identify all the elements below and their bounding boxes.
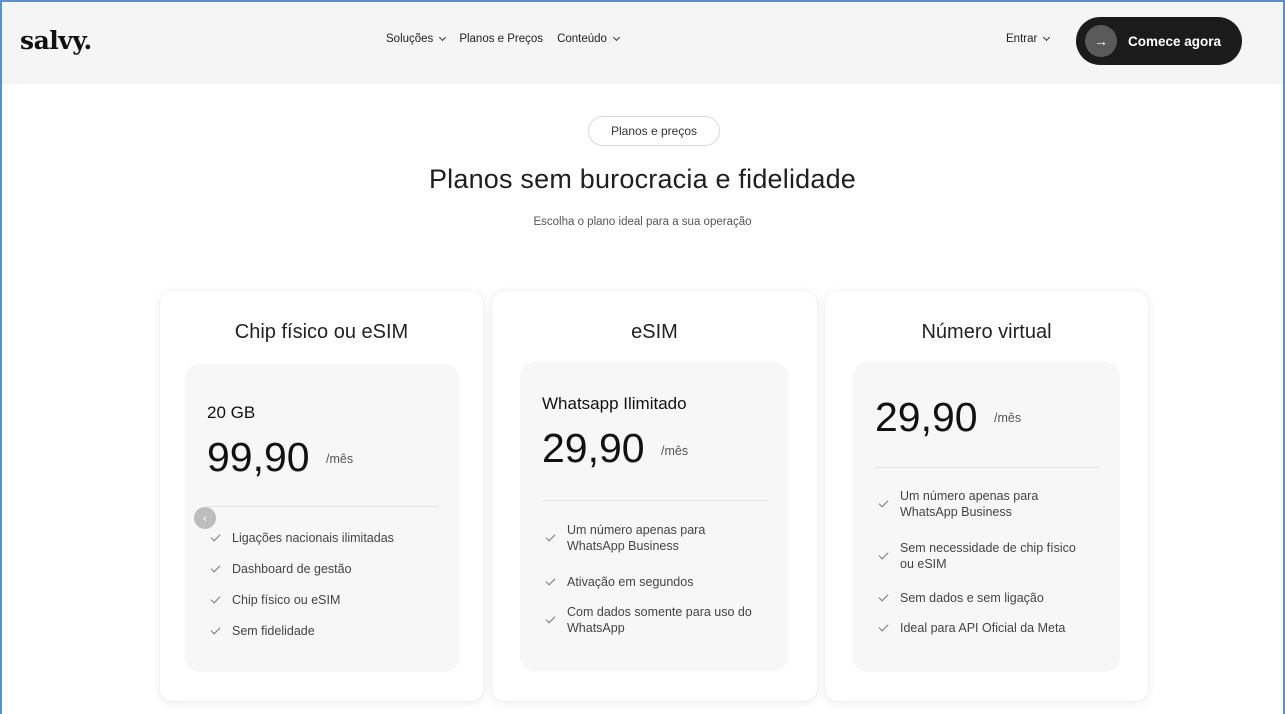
login-label: Entrar [1006, 33, 1038, 45]
main-nav: Soluções Planos e Preços Conteúdo [386, 33, 633, 45]
feature-item: Ativação em segundos [545, 574, 756, 590]
feature-item: Um número apenas para WhatsApp Business [878, 488, 1091, 520]
nav-item-planos[interactable]: Planos e Preços [459, 33, 543, 45]
check-icon [210, 624, 221, 634]
nav-item-solucoes[interactable]: Soluções [386, 33, 447, 45]
divider [207, 506, 439, 507]
divider [542, 500, 768, 501]
get-started-button[interactable]: → Comece agora [1076, 17, 1242, 65]
feature-item: Ligações nacionais ilimitadas [210, 530, 394, 546]
plan-label: Whatsapp Ilimitado [542, 394, 687, 413]
chevron-left-icon: ‹ [203, 511, 207, 525]
card-title: eSIM [631, 321, 678, 343]
nav-item-label: Planos e Preços [459, 33, 544, 45]
page-subtitle: Escolha o plano ideal para a sua operaçã… [533, 216, 752, 228]
arrow-right-icon: → [1085, 25, 1117, 57]
plan-price: 29,90 [542, 425, 645, 471]
carousel-prev-button[interactable]: ‹ [194, 507, 216, 529]
page-title: Planos sem burocracia e fidelidade [428, 164, 857, 194]
check-icon [545, 613, 556, 623]
plan-inner: 29,90 /mês Um número apenas para WhatsAp… [853, 362, 1120, 672]
section-pill: Planos e preços [588, 116, 720, 146]
plan-card-virtual: Número virtual 29,90 /mês Um número apen… [825, 291, 1148, 701]
plan-card-esim: eSIM Whatsapp Ilimitado 29,90 /mês Um nú… [492, 291, 817, 701]
nav-item-conteudo[interactable]: Conteúdo [557, 33, 620, 45]
feature-item: Chip físico ou eSIM [210, 592, 340, 608]
plan-period: /mês [326, 452, 354, 466]
check-icon [878, 591, 889, 601]
feature-item: Dashboard de gestão [210, 561, 352, 577]
logo[interactable]: salvy. [20, 26, 92, 55]
login-menu[interactable]: Entrar [1006, 33, 1051, 45]
check-icon [545, 575, 556, 585]
plan-card-chip: Chip físico ou eSIM 20 GB 99,90 /mês Lig… [160, 291, 483, 701]
divider [875, 467, 1100, 468]
plan-inner: Whatsapp Ilimitado 29,90 /mês Um número … [520, 362, 788, 671]
check-icon [878, 497, 889, 507]
plan-price: 99,90 [207, 434, 310, 480]
check-icon [210, 531, 221, 541]
check-icon [545, 531, 556, 541]
check-icon [878, 621, 889, 631]
feature-item: Ideal para API Oficial da Meta [878, 620, 1091, 636]
feature-item: Sem necessidade de chip físico ou eSIM [878, 540, 1091, 572]
check-icon [878, 549, 889, 559]
chevron-down-icon [1043, 33, 1051, 42]
feature-item: Com dados somente para uso do WhatsApp [545, 604, 756, 636]
site-header: salvy. Soluções Planos e Preços Conteúdo… [2, 2, 1283, 84]
plan-period: /mês [994, 411, 1022, 425]
feature-item: Um número apenas para WhatsApp Business [545, 522, 756, 554]
chevron-down-icon [439, 33, 447, 42]
plan-period: /mês [661, 444, 689, 458]
check-icon [210, 562, 221, 572]
card-title: Número virtual [921, 321, 1052, 343]
nav-item-label: Soluções [386, 33, 434, 45]
feature-item: Sem fidelidade [210, 623, 315, 639]
feature-item: Sem dados e sem ligação [878, 590, 1091, 606]
plan-inner: 20 GB 99,90 /mês Ligações nacionais ilim… [185, 364, 459, 672]
nav-item-label: Conteúdo [557, 33, 607, 45]
check-icon [210, 593, 221, 603]
card-title: Chip físico ou eSIM [234, 321, 409, 343]
plan-price: 29,90 [875, 394, 978, 440]
plan-label: 20 GB [207, 403, 256, 422]
page-frame: salvy. Soluções Planos e Preços Conteúdo… [0, 0, 1285, 714]
chevron-down-icon [612, 33, 620, 42]
get-started-label: Comece agora [1128, 33, 1222, 49]
